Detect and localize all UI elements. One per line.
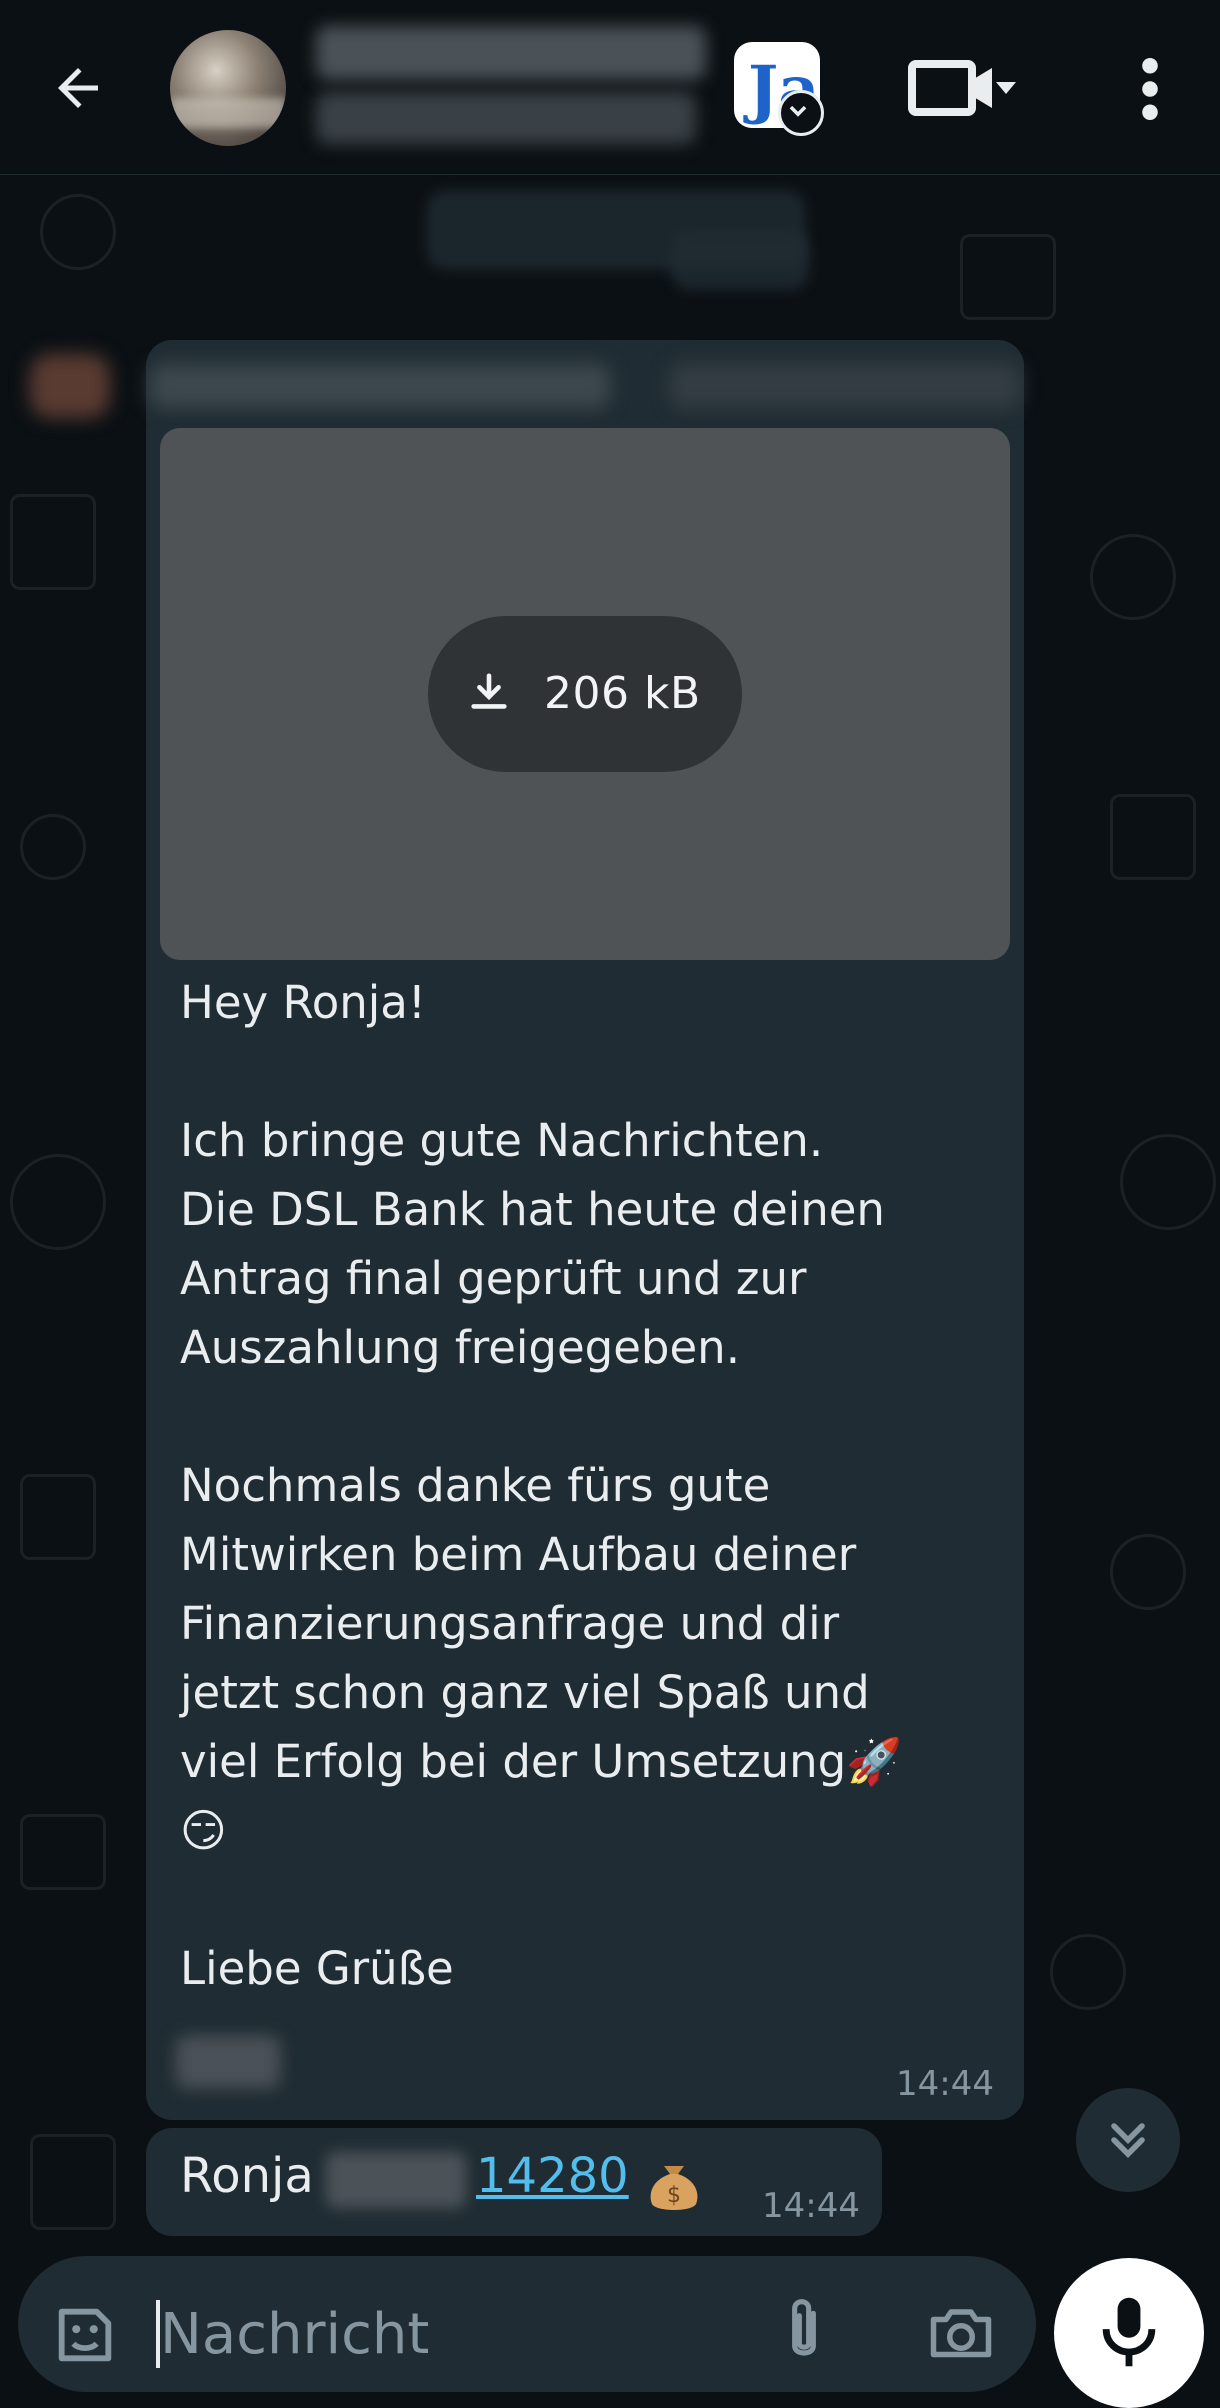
message-time: 14:44 (896, 2064, 994, 2104)
forward-header-redacted (30, 346, 1020, 426)
message-text: Hey Ronja! Ich bringe gute Nachrichten. … (180, 976, 903, 1995)
attachment-size: 206 kB (544, 668, 701, 719)
attach-icon[interactable] (776, 2294, 832, 2370)
double-chevron-down-icon (1111, 2123, 1145, 2158)
contact-status-redacted[interactable] (316, 92, 696, 144)
svg-text:$: $ (667, 2183, 681, 2208)
download-icon (471, 673, 507, 709)
app-shortcut-icon[interactable]: Ja (734, 42, 824, 136)
camera-icon[interactable] (926, 2300, 996, 2364)
download-button[interactable]: 206 kB (428, 616, 742, 772)
chevron-down-icon (778, 90, 824, 136)
surname-redacted (326, 2152, 466, 2208)
chat-header: Ja (0, 0, 1220, 175)
video-call-icon[interactable] (908, 58, 1020, 118)
arrow-left-icon[interactable] (48, 58, 108, 118)
contact-name-redacted[interactable] (316, 26, 706, 80)
sticker-icon[interactable] (50, 2300, 120, 2370)
caret-down-icon (996, 82, 1016, 94)
avatar[interactable] (170, 30, 286, 146)
message-input[interactable]: Nachricht (160, 2302, 429, 2367)
message-time: 14:44 (762, 2186, 860, 2226)
phone-number-link[interactable]: 14280 (476, 2148, 629, 2204)
money-bag-icon: $ (650, 2166, 698, 2210)
scroll-to-bottom-button[interactable] (1076, 2088, 1180, 2192)
image-attachment[interactable]: 206 kB (160, 428, 1010, 960)
signature-redacted (176, 2036, 280, 2088)
previous-message-redacted (670, 230, 810, 290)
voice-message-button[interactable] (1054, 2258, 1204, 2408)
more-vert-icon[interactable] (1130, 56, 1170, 122)
microphone-icon (1102, 2297, 1156, 2367)
message-sender-name: Ronja (180, 2148, 314, 2204)
